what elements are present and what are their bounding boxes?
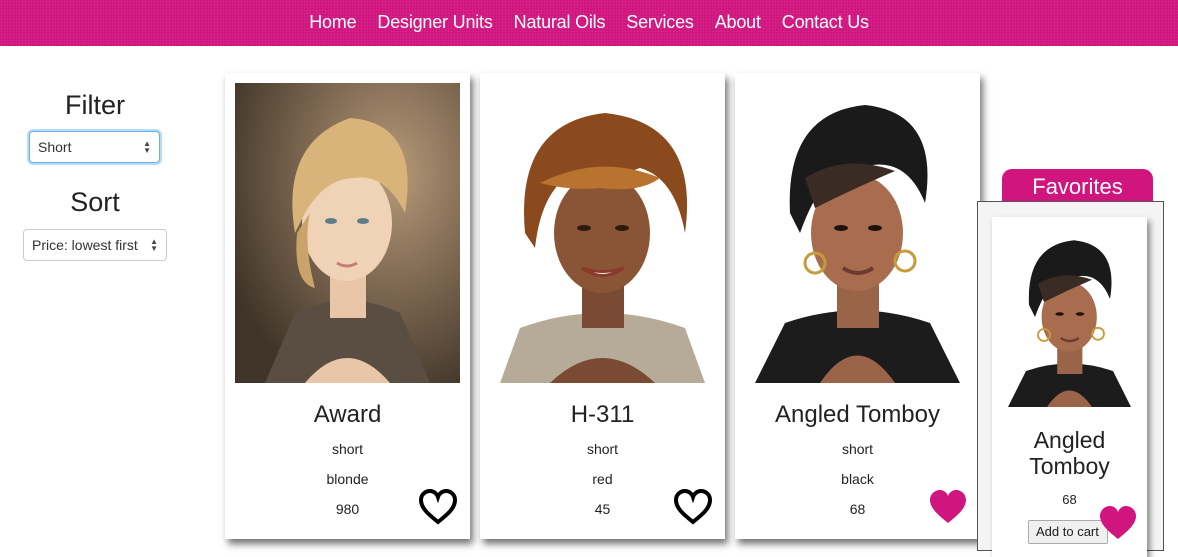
product-name: H-311	[570, 401, 635, 428]
product-length: short	[586, 441, 619, 457]
nav-designer-units-link[interactable]: Designer Units	[377, 12, 492, 33]
filter-heading: Filter	[65, 90, 125, 120]
heart-filled-icon[interactable]	[1098, 504, 1138, 542]
add-to-cart-button[interactable]: Add to cart	[1028, 520, 1108, 544]
nav-contact-link[interactable]: Contact Us	[782, 12, 869, 33]
product-photo	[490, 83, 715, 383]
top-navbar: Home Designer Units Natural Oils Service…	[0, 0, 1178, 46]
product-length: short	[841, 441, 874, 457]
filter-select-value: Short	[38, 139, 72, 155]
favorite-item-name: Angled Tomboy	[1029, 427, 1110, 479]
product-photo	[745, 83, 970, 383]
product-photo	[235, 83, 460, 383]
product-name: Angled Tomboy	[775, 401, 940, 428]
heart-outline-icon[interactable]	[673, 488, 713, 526]
nav-services-link[interactable]: Services	[626, 12, 694, 33]
product-color: black	[841, 471, 874, 487]
filter-select[interactable]: Short ▲ ▼	[29, 131, 160, 163]
select-arrows-icon: ▲ ▼	[143, 139, 151, 155]
favorite-item-card: Angled Tomboy 68 Add to cart	[992, 217, 1147, 557]
sort-heading: Sort	[70, 187, 120, 217]
product-card: Angled Tomboy short black 68	[735, 73, 980, 539]
product-card: H-311 short red 45	[480, 73, 725, 539]
sort-select[interactable]: Price: lowest first ▲ ▼	[23, 229, 167, 261]
favorites-tab[interactable]: Favorites	[1002, 169, 1153, 204]
product-color: blonde	[326, 471, 369, 487]
heart-filled-icon[interactable]	[928, 488, 968, 526]
select-arrows-icon: ▲ ▼	[150, 237, 158, 253]
nav-about-link[interactable]: About	[715, 12, 761, 33]
product-color: red	[592, 471, 613, 487]
product-name: Award	[313, 401, 382, 428]
product-card: Award short blonde 980	[225, 73, 470, 539]
favorite-item-photo	[1002, 227, 1137, 407]
nav-home-link[interactable]: Home	[309, 12, 356, 33]
sort-select-value: Price: lowest first	[32, 237, 138, 253]
nav-natural-oils-link[interactable]: Natural Oils	[514, 12, 606, 33]
heart-outline-icon[interactable]	[418, 488, 458, 526]
product-length: short	[331, 441, 364, 457]
